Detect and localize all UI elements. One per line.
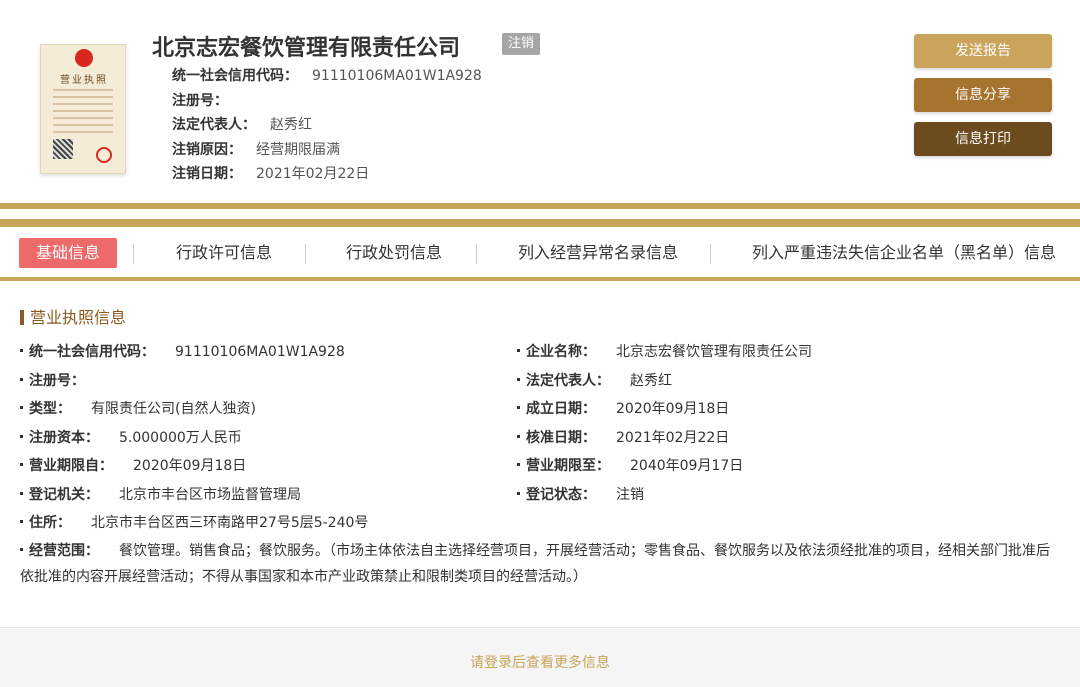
status-badge: 注销 <box>502 33 541 55</box>
field-registration-status: 登记状态： 注销 <box>517 484 644 504</box>
field-value: 有限责任公司(自然人独资) <box>91 401 256 417</box>
bullet <box>517 378 520 381</box>
tab-separator <box>133 244 134 264</box>
field-label: 法定代表人： <box>526 373 610 389</box>
header-cancel-reason-label: 注销原因： <box>172 142 242 158</box>
tab-blacklist[interactable]: 列入严重违法失信企业名单（黑名单）信息 <box>752 241 1056 265</box>
field-value: 91110106MA01W1A928 <box>175 344 345 360</box>
field-business-scope: 经营范围： 餐饮管理。销售食品；餐饮服务。（市场主体依法自主选择经营项目，开展经营… <box>20 538 1060 590</box>
field-registration-authority: 登记机关： 北京市丰台区市场监督管理局 <box>20 484 301 504</box>
header-cancel-reason-value: 经营期限届满 <box>256 142 340 158</box>
footer: 请登录后查看更多信息 <box>0 627 1080 687</box>
tab-abnormal-operation-list[interactable]: 列入经营异常名录信息 <box>518 241 678 265</box>
field-label: 企业名称： <box>526 344 596 360</box>
business-license-thumbnail[interactable]: 营业执照 <box>40 44 126 174</box>
tab-separator <box>305 244 306 264</box>
header-legal-rep: 法定代表人： 赵秀红 <box>172 114 312 134</box>
field-label: 注册资本： <box>29 430 99 446</box>
field-establish-date: 成立日期： 2020年09月18日 <box>517 398 729 418</box>
header-legal-rep-value: 赵秀红 <box>270 117 312 133</box>
share-info-button[interactable]: 信息分享 <box>914 78 1052 112</box>
section-title-text: 营业执照信息 <box>30 308 127 327</box>
bullet <box>20 548 23 551</box>
header-cancel-date-value: 2021年02月22日 <box>256 166 370 182</box>
field-address: 住所： 北京市丰台区西三环南路甲27号5层5-240号 <box>20 512 368 532</box>
field-value: 2020年09月18日 <box>616 401 730 417</box>
login-to-view-more-link[interactable]: 请登录后查看更多信息 <box>0 652 1080 672</box>
divider <box>0 203 1080 209</box>
license-text-lines <box>53 89 113 138</box>
field-credit-code: 统一社会信用代码： 91110106MA01W1A928 <box>20 341 345 361</box>
seal-icon <box>96 147 112 163</box>
qr-code-icon <box>53 139 73 159</box>
header-cancel-date-label: 注销日期： <box>172 166 242 182</box>
field-value: 北京市丰台区西三环南路甲27号5层5-240号 <box>91 515 369 531</box>
bullet <box>517 406 520 409</box>
tab-administrative-penalty[interactable]: 行政处罚信息 <box>346 241 442 265</box>
field-label: 住所： <box>29 515 71 531</box>
bullet <box>517 435 520 438</box>
field-value: 2021年02月22日 <box>616 430 730 446</box>
header-credit-code-label: 统一社会信用代码： <box>172 68 298 84</box>
field-company-name: 企业名称： 北京志宏餐饮管理有限责任公司 <box>517 341 812 361</box>
bullet <box>20 378 23 381</box>
tab-separator <box>476 244 477 264</box>
field-operating-to: 营业期限至： 2040年09月17日 <box>517 455 743 475</box>
field-label: 营业期限自： <box>29 458 113 474</box>
tab-administrative-license[interactable]: 行政许可信息 <box>176 241 272 265</box>
bullet <box>517 463 520 466</box>
field-label: 注册号： <box>29 373 85 389</box>
field-label: 营业期限至： <box>526 458 610 474</box>
field-label: 登记状态： <box>526 487 596 503</box>
bullet <box>20 492 23 495</box>
field-label: 类型： <box>29 401 71 417</box>
field-value: 2020年09月18日 <box>133 458 247 474</box>
bullet <box>20 349 23 352</box>
header-registration-number-label: 注册号： <box>172 93 228 109</box>
field-value: 赵秀红 <box>630 373 672 389</box>
header-legal-rep-label: 法定代表人： <box>172 117 256 133</box>
bullet <box>20 463 23 466</box>
field-value: 餐饮管理。销售食品；餐饮服务。（市场主体依法自主选择经营项目，开展经营活动；零售… <box>20 543 1050 585</box>
field-operating-from: 营业期限自： 2020年09月18日 <box>20 455 246 475</box>
field-label: 成立日期： <box>526 401 596 417</box>
field-type: 类型： 有限责任公司(自然人独资) <box>20 398 256 418</box>
header-cancel-reason: 注销原因： 经营期限届满 <box>172 139 340 159</box>
field-approval-date: 核准日期： 2021年02月22日 <box>517 427 729 447</box>
header: 营业执照 北京志宏餐饮管理有限责任公司 注销 统一社会信用代码： 91110106… <box>0 0 1080 205</box>
header-credit-code: 统一社会信用代码： 91110106MA01W1A928 <box>172 65 482 85</box>
tab-basic-info[interactable]: 基础信息 <box>19 238 118 268</box>
header-registration-number: 注册号： <box>172 90 242 110</box>
tab-bar: 基础信息 行政许可信息 行政处罚信息 列入经营异常名录信息 列入严重违法失信企业… <box>0 227 1080 277</box>
print-info-button[interactable]: 信息打印 <box>914 122 1052 156</box>
field-label: 经营范围： <box>29 543 99 559</box>
field-value: 北京市丰台区市场监督管理局 <box>119 487 301 503</box>
divider <box>0 219 1080 227</box>
field-legal-rep: 法定代表人： 赵秀红 <box>517 370 672 390</box>
field-value: 5.000000万人民币 <box>119 430 242 446</box>
bullet <box>20 435 23 438</box>
bullet <box>20 520 23 523</box>
field-registered-capital: 注册资本： 5.000000万人民币 <box>20 427 242 447</box>
company-name: 北京志宏餐饮管理有限责任公司 <box>152 36 461 61</box>
bullet <box>517 492 520 495</box>
field-value: 注销 <box>616 487 644 503</box>
field-label: 核准日期： <box>526 430 596 446</box>
header-cancel-date: 注销日期： 2021年02月22日 <box>172 163 369 183</box>
field-registration-number: 注册号： <box>20 370 105 390</box>
send-report-button[interactable]: 发送报告 <box>914 34 1052 68</box>
national-emblem-icon <box>75 49 93 67</box>
field-value: 2040年09月17日 <box>630 458 744 474</box>
divider <box>0 277 1080 281</box>
field-label: 登记机关： <box>29 487 99 503</box>
bullet <box>517 349 520 352</box>
section-title: 营业执照信息 <box>20 304 126 328</box>
header-credit-code-value: 91110106MA01W1A928 <box>312 68 482 84</box>
tab-separator <box>710 244 711 264</box>
section-title-marker <box>20 310 24 325</box>
license-thumbnail-label: 营业执照 <box>60 75 108 86</box>
field-label: 统一社会信用代码： <box>29 344 155 360</box>
bullet <box>20 406 23 409</box>
field-value: 北京志宏餐饮管理有限责任公司 <box>616 344 812 360</box>
